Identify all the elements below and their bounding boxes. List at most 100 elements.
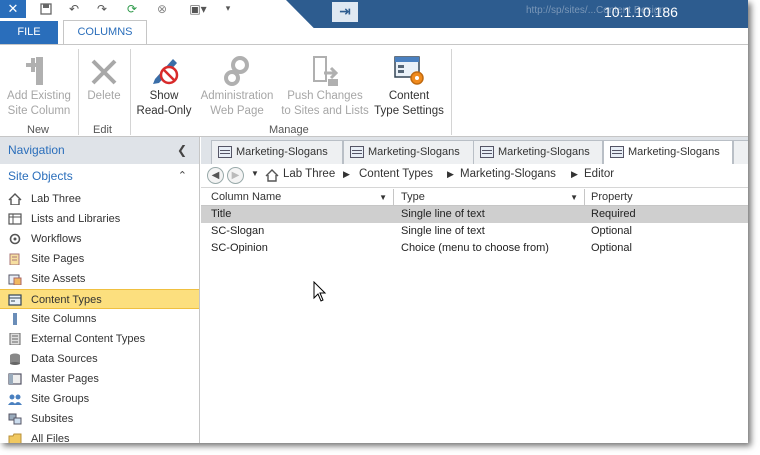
nav-item-label: Master Pages xyxy=(31,373,99,385)
nav-item-external-content-types[interactable]: External Content Types xyxy=(0,329,199,349)
nav-item-label: Site Groups xyxy=(31,393,90,405)
external-content-icon xyxy=(9,333,21,345)
editor-pane: Marketing-Slogans Marketing-Slogans Mark… xyxy=(201,137,748,443)
refresh-icon[interactable]: ⟳ xyxy=(122,0,142,17)
column-header-property[interactable]: Property xyxy=(581,189,748,206)
nav-item-site-groups[interactable]: Site Groups xyxy=(0,389,199,409)
nav-item-workflows[interactable]: Workflows xyxy=(0,229,199,249)
button-label-line1: Show xyxy=(149,90,179,102)
site-objects-section[interactable]: Site Objects ⌃ xyxy=(0,164,199,189)
sort-dropdown-icon[interactable]: ▼ xyxy=(379,189,387,206)
document-tab[interactable]: Marketing-Slogans xyxy=(211,140,343,164)
document-tab-active[interactable]: Marketing-Slogans xyxy=(603,140,733,164)
document-tab[interactable]: Marketing-Slogans xyxy=(343,140,475,164)
nav-item-label: Lists and Libraries xyxy=(31,213,121,225)
nav-item-label: All Files xyxy=(31,433,70,443)
history-dropdown-icon[interactable]: ▼ xyxy=(251,169,259,178)
breadcrumb-item[interactable]: Marketing-Slogans xyxy=(460,168,556,180)
home-icon xyxy=(8,193,22,205)
folder-icon xyxy=(8,433,22,443)
breadcrumb: ◀ ▶ ▼ Lab Three ▶ Content Types ▶ Market… xyxy=(201,164,748,188)
button-label-line1: Delete xyxy=(87,90,121,102)
table-row[interactable]: SC-Opinion Choice (menu to choose from) … xyxy=(201,240,748,257)
chevron-left-icon[interactable]: ❮ xyxy=(177,137,187,164)
tab-columns[interactable]: COLUMNS xyxy=(63,20,147,45)
nav-item-site-assets[interactable]: Site Assets xyxy=(0,269,199,289)
column-header-label: Column Name xyxy=(211,191,282,203)
back-arrow-icon[interactable]: ◀ xyxy=(207,167,224,184)
nav-item-site-pages[interactable]: Site Pages xyxy=(0,249,199,269)
subsites-icon xyxy=(8,413,22,425)
navigation-title: Navigation xyxy=(8,143,65,157)
workflow-icon xyxy=(9,233,21,245)
nav-item-all-files[interactable]: All Files xyxy=(0,429,199,443)
nav-item-subsites[interactable]: Subsites xyxy=(0,409,199,429)
push-changes-button[interactable]: Push Changes to Sites and Lists xyxy=(280,51,370,119)
preview-browser-icon[interactable]: ▣▾ xyxy=(183,0,213,17)
nav-item-content-types[interactable]: Content Types xyxy=(0,289,199,309)
cell-column-name: SC-Slogan xyxy=(211,225,265,237)
group-divider xyxy=(451,49,452,135)
administration-web-page-button[interactable]: Administration Web Page xyxy=(196,51,278,119)
redo-icon[interactable]: ↷ xyxy=(92,0,112,17)
breadcrumb-separator-icon[interactable]: ▶ xyxy=(447,169,454,180)
cell-column-name: Title xyxy=(211,208,232,220)
document-tab-label: Marketing-Slogans xyxy=(236,146,328,158)
cell-property[interactable]: Optional xyxy=(581,240,632,257)
breadcrumb-item[interactable]: Editor xyxy=(584,168,614,180)
stop-icon[interactable]: ⊗ xyxy=(152,0,172,17)
tab-file[interactable]: FILE xyxy=(0,21,58,44)
nav-item-lab-three[interactable]: Lab Three xyxy=(0,189,199,209)
cell-column-name: SC-Opinion xyxy=(211,242,268,254)
customize-toolbar-icon[interactable]: ▾ xyxy=(218,0,238,17)
column-header-type[interactable]: Type ▼ xyxy=(391,189,585,206)
document-tab[interactable]: Marketing-Slogans xyxy=(473,140,603,164)
nav-item-lists-and-libraries[interactable]: Lists and Libraries xyxy=(0,209,199,229)
app-menu-icon[interactable]: ✕ xyxy=(0,0,26,18)
nav-item-master-pages[interactable]: Master Pages xyxy=(0,369,199,389)
nav-item-site-columns[interactable]: Site Columns xyxy=(0,309,199,329)
group-divider xyxy=(130,49,131,135)
button-label-line2: Type Settings xyxy=(374,105,444,117)
undo-icon[interactable]: ↶ xyxy=(64,0,84,17)
pencil-forbidden-icon xyxy=(133,51,195,87)
table-row[interactable]: Title Single line of text Required xyxy=(201,206,748,223)
table-row[interactable]: SC-Slogan Single line of text Optional xyxy=(201,223,748,240)
button-label-line2: to Sites and Lists xyxy=(281,105,369,117)
chevron-up-icon[interactable]: ⌃ xyxy=(178,164,187,189)
forward-arrow-icon[interactable]: ▶ xyxy=(227,167,244,184)
add-column-icon xyxy=(4,51,74,87)
show-read-only-button[interactable]: Show Read-Only xyxy=(133,51,195,119)
save-icon[interactable] xyxy=(36,0,56,17)
site-objects-list: Lab Three Lists and Libraries Workflows … xyxy=(0,189,199,443)
sort-dropdown-icon[interactable]: ▼ xyxy=(570,189,578,206)
delete-button[interactable]: Delete xyxy=(82,51,126,104)
content-type-icon xyxy=(480,146,494,158)
content-type-icon xyxy=(610,146,624,158)
document-tab-overflow[interactable] xyxy=(733,140,748,164)
cell-type: Choice (menu to choose from) xyxy=(401,242,549,254)
nav-item-data-sources[interactable]: Data Sources xyxy=(0,349,199,369)
button-label-line2: Site Column xyxy=(7,105,71,117)
groups-icon xyxy=(8,394,22,405)
master-pages-icon xyxy=(8,373,22,385)
button-label-line1: Push Changes xyxy=(287,90,363,102)
content-type-settings-button[interactable]: Content Type Settings xyxy=(372,51,446,119)
column-header-name[interactable]: Column Name ▼ xyxy=(201,189,394,206)
cell-type: Single line of text xyxy=(401,225,485,237)
navigation-header[interactable]: Navigation ❮ xyxy=(0,137,199,164)
cell-property[interactable]: Optional xyxy=(581,223,632,240)
button-label-line2: Web Page xyxy=(210,105,264,117)
breadcrumb-separator-icon[interactable]: ▶ xyxy=(571,169,578,180)
site-columns-icon xyxy=(13,313,17,325)
home-icon xyxy=(265,169,279,182)
group-label-edit: Edit xyxy=(93,124,112,136)
breadcrumb-separator-icon[interactable]: ▶ xyxy=(343,169,350,180)
breadcrumb-item[interactable]: Lab Three xyxy=(283,168,335,180)
document-tab-label: Marketing-Slogans xyxy=(368,146,460,158)
group-divider xyxy=(78,49,79,135)
breadcrumb-item[interactable]: Content Types xyxy=(359,168,433,180)
content-type-icon xyxy=(350,146,364,158)
add-existing-site-column-button[interactable]: Add Existing Site Column xyxy=(4,51,74,119)
cell-property[interactable]: Required xyxy=(581,206,636,223)
